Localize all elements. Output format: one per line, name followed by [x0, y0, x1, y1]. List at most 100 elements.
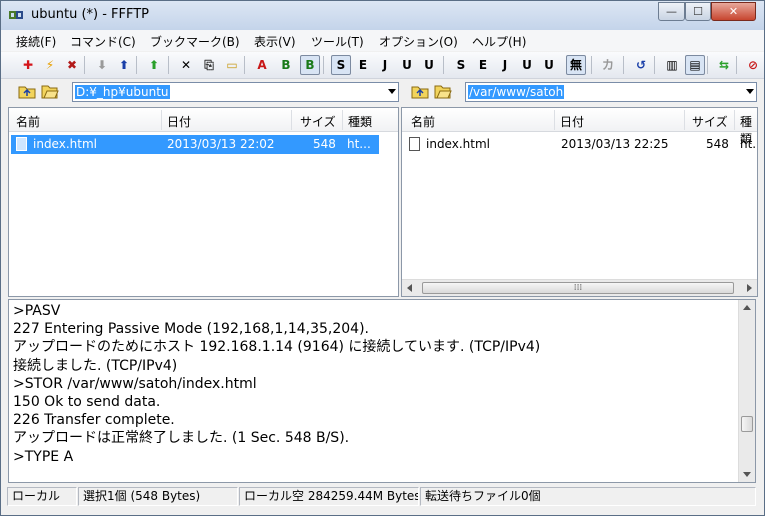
chevron-down-icon[interactable] [388, 89, 396, 94]
upload-icon[interactable]: ⬆ [114, 55, 134, 75]
log-line: 226 Transfer complete. [13, 412, 175, 429]
remote-file-row[interactable]: index.html 2013/03/13 22:25 548 ht. [404, 135, 757, 154]
html-file-icon [409, 137, 420, 151]
html-file-icon [16, 137, 27, 151]
local-utf8n-icon[interactable]: U [517, 55, 537, 75]
column-name[interactable]: 名前 [411, 113, 435, 130]
scrollbar-thumb[interactable]: ⁞⁞⁞ [422, 282, 734, 294]
quick-connect-icon[interactable]: ⚡ [40, 55, 60, 75]
local-path-input[interactable]: D:¥_hp¥ubuntu [72, 82, 399, 102]
utf8-icon[interactable]: U [419, 55, 439, 75]
mkdir-icon[interactable]: ▭ [222, 55, 242, 75]
close-button[interactable]: ✕ [711, 2, 756, 21]
remote-list-header: 名前 日付 サイズ 種類 [402, 108, 757, 146]
kana-convert-icon[interactable]: カ [598, 55, 618, 75]
delete-icon[interactable]: ✕ [176, 55, 196, 75]
file-name: index.html [33, 137, 97, 151]
remote-file-list[interactable]: 名前 日付 サイズ 種類 index.html 2013/03/13 22:25… [401, 107, 758, 297]
log-window[interactable]: >PASV 227 Entering Passive Mode (192,168,… [8, 299, 756, 483]
connect-icon[interactable]: ✚ [18, 55, 38, 75]
menu-tools[interactable]: ツール(T) [311, 33, 364, 50]
remote-path-input[interactable]: /var/www/satoh [465, 82, 757, 102]
ffftp-app-icon [9, 11, 23, 19]
sync-folder-icon[interactable]: ⇆ [714, 55, 734, 75]
list-view-icon[interactable]: ▥ [662, 55, 682, 75]
toolbar: ✚ ⚡ ✖ ⬇ ⬆ ⬆ ✕ ⎘ ▭ A B B S E J U U S E J U U 無カ ↺ ▥ ▤ ⇆ ⊘ [1, 52, 764, 79]
chevron-down-icon[interactable] [746, 89, 754, 94]
scroll-up-icon[interactable] [743, 305, 751, 310]
file-type: ht... [347, 137, 371, 151]
remote-horizontal-scrollbar[interactable]: ⁞⁞⁞ [402, 279, 757, 296]
toolbar-separator [623, 56, 624, 74]
menu-command[interactable]: コマンド(C) [70, 33, 136, 50]
local-list-header: 名前 日付 サイズ 種類 [9, 108, 398, 132]
scroll-down-icon[interactable] [743, 472, 751, 477]
log-line: >STOR /var/www/satoh/index.html [13, 375, 257, 392]
toolbar-separator [244, 56, 245, 74]
local-utf8-icon[interactable]: U [539, 55, 559, 75]
menu-help[interactable]: ヘルプ(H) [472, 33, 526, 50]
local-file-row[interactable]: index.html 2013/03/13 22:02 548 ht... [11, 135, 379, 154]
status-free-space: ローカル空 284259.44M Bytes [239, 487, 419, 506]
download-icon[interactable]: ⬇ [92, 55, 112, 75]
file-type: ht. [740, 137, 757, 151]
column-type[interactable]: 種類 [348, 113, 372, 130]
maximize-button[interactable]: ☐ [685, 2, 711, 21]
refresh-icon[interactable]: ↺ [631, 55, 651, 75]
log-line: 227 Entering Passive Mode (192,168,1,14,… [13, 321, 369, 338]
local-euc-icon[interactable]: E [473, 55, 493, 75]
column-date[interactable]: 日付 [167, 113, 191, 130]
log-line: >PASV [13, 303, 61, 319]
local-file-list[interactable]: 名前 日付 サイズ 種類 index.html 2013/03/13 22:02… [8, 107, 399, 297]
column-name[interactable]: 名前 [16, 113, 40, 130]
remote-path-bar: /var/www/satoh [408, 81, 758, 103]
binary-mode-icon[interactable]: B [276, 55, 296, 75]
euc-icon[interactable]: E [353, 55, 373, 75]
title-bar[interactable]: ubuntu (*) - FFFTP — ☐ ✕ [1, 1, 764, 30]
disconnect-icon[interactable]: ✖ [62, 55, 82, 75]
parent-folder-icon[interactable] [18, 83, 36, 99]
open-folder-icon[interactable] [41, 83, 59, 99]
stop-icon[interactable]: ⊘ [743, 55, 763, 75]
window-title: ubuntu (*) - FFFTP [31, 7, 150, 22]
remote-path-text: /var/www/satoh [468, 85, 565, 99]
rename-icon[interactable]: ⎘ [199, 55, 219, 75]
local-sjis-icon[interactable]: S [451, 55, 471, 75]
file-size: 548 [706, 137, 729, 151]
ffftp-window: ubuntu (*) - FFFTP — ☐ ✕ 接続(F) コマンド(C) ブ… [0, 0, 765, 516]
menu-bar: 接続(F) コマンド(C) ブックマーク(B) 表示(V) ツール(T) オプシ… [1, 30, 764, 51]
scroll-right-icon[interactable] [747, 284, 752, 292]
file-name: index.html [426, 137, 490, 151]
menu-view[interactable]: 表示(V) [254, 33, 296, 50]
parent-folder-icon[interactable] [411, 83, 429, 99]
toolbar-separator [443, 56, 444, 74]
toolbar-separator [168, 56, 169, 74]
file-date: 2013/03/13 22:25 [561, 137, 669, 151]
menu-bookmark[interactable]: ブックマーク(B) [150, 33, 240, 50]
ascii-mode-icon[interactable]: A [252, 55, 272, 75]
toolbar-separator [707, 56, 708, 74]
sjis-icon[interactable]: S [331, 55, 351, 75]
utf8n-icon[interactable]: U [397, 55, 417, 75]
menu-options[interactable]: オプション(O) [379, 33, 458, 50]
log-line: アップロードは正常終了しました. (1 Sec. 548 B/S). [13, 430, 350, 447]
open-folder-icon[interactable] [434, 83, 452, 99]
file-date: 2013/03/13 22:02 [167, 137, 275, 151]
column-date[interactable]: 日付 [560, 113, 584, 130]
menu-connect[interactable]: 接続(F) [16, 33, 56, 50]
log-line: >TYPE A [13, 448, 74, 465]
detail-view-icon[interactable]: ▤ [685, 55, 705, 75]
column-size[interactable]: サイズ [300, 113, 336, 130]
mirror-upload-icon[interactable]: ⬆ [144, 55, 164, 75]
log-vertical-scrollbar[interactable] [738, 300, 755, 482]
column-size[interactable]: サイズ [692, 113, 728, 130]
auto-mode-icon[interactable]: B [300, 55, 320, 75]
jis-icon[interactable]: J [375, 55, 395, 75]
minimize-button[interactable]: — [658, 2, 685, 21]
local-jis-icon[interactable]: J [495, 55, 515, 75]
no-conversion-icon[interactable]: 無 [566, 55, 586, 75]
toolbar-separator [323, 56, 324, 74]
scroll-left-icon[interactable] [407, 284, 412, 292]
local-path-text: D:¥_hp¥ubuntu [75, 85, 170, 99]
scrollbar-thumb[interactable] [741, 416, 753, 432]
